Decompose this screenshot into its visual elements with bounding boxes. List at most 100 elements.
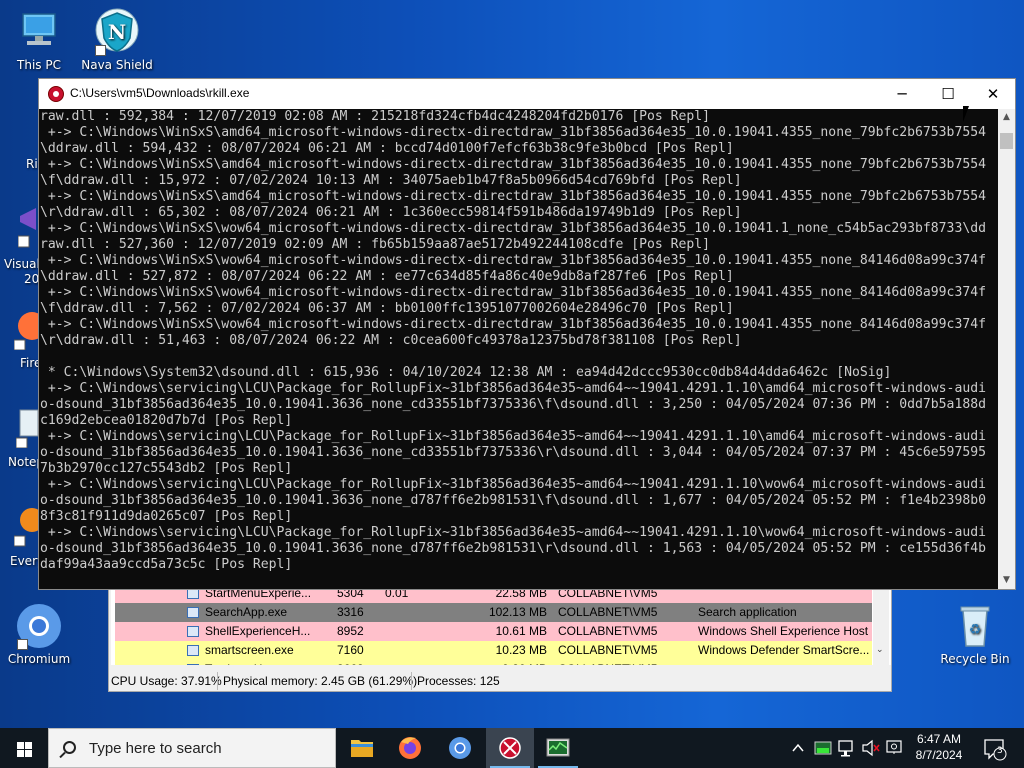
taskbar-app-task-manager[interactable]	[534, 728, 582, 768]
process-row[interactable]: ShellExperienceH... 8952 10.61 MB COLLABNET…	[115, 622, 872, 641]
taskbar-app-firefox[interactable]	[386, 728, 434, 768]
desktop-icon-chromium[interactable]: Chromium	[0, 602, 78, 666]
shortcut-arrow-icon	[17, 639, 28, 650]
process-icon	[187, 664, 199, 665]
process-row[interactable]: StartMenuExperie... 5304 0.01 22.58 MB COLLA…	[115, 589, 872, 603]
taskbar-search-box[interactable]: Type here to search	[48, 728, 336, 768]
computer-icon	[15, 8, 63, 56]
console-line: o-dsound_31bf3856ad364e35_10.0.19041.363…	[40, 493, 986, 508]
taskbar-app-rkill[interactable]	[486, 728, 534, 768]
tray-task-manager[interactable]	[812, 728, 834, 768]
show-hidden-icons-button[interactable]	[790, 728, 806, 768]
process-memory: 10.23 MB	[495, 643, 547, 657]
process-name: smartscreen.exe	[205, 643, 294, 657]
console-line: \r\ddraw.dll : 65,302 : 08/07/2024 06:21…	[40, 205, 742, 220]
everything-desktop-icon[interactable]	[13, 506, 44, 548]
console-line: +-> C:\Windows\servicing\LCU\Package_for…	[40, 381, 986, 396]
task-manager-window: StartMenuExperie... 5304 0.01 22.58 MB COLLA…	[108, 588, 892, 692]
process-pid: 7160	[337, 643, 364, 657]
status-bar: CPU Usage: 37.91% Physical memory: 2.45 …	[109, 671, 891, 691]
taskbar-app-file-explorer[interactable]	[338, 728, 386, 768]
console-line: c169d2ebcea01820d7b7d [Pos Repl]	[40, 413, 293, 428]
task-manager-icon	[546, 738, 570, 757]
notification-count: 3	[997, 746, 1003, 756]
taskbar: Type here to search 6:47 AM 8/7/2024 3	[0, 728, 1024, 768]
chevron-down-icon[interactable]: ⌄	[876, 645, 884, 655]
notification-center-button[interactable]: 3	[980, 728, 1008, 768]
console-line: \ddraw.dll : 527,872 : 08/07/2024 06:22 …	[40, 269, 734, 284]
process-name: ShellExperienceH...	[205, 624, 311, 638]
process-user: COLLABNET\VM5	[558, 589, 658, 600]
volume-muted-icon	[862, 739, 880, 757]
console-output[interactable]: raw.dll : 592,384 : 12/07/2019 02:08 AM …	[39, 109, 999, 589]
close-button[interactable]: ✕	[970, 79, 1016, 109]
process-user: COLLABNET\VM5	[558, 624, 658, 638]
process-name: StartMenuExperie...	[205, 589, 312, 600]
console-window[interactable]: C:\Users\vm5\Downloads\rkill.exe ─ ☐ ✕ r…	[38, 78, 1016, 590]
recycle-bin-icon: ♻	[951, 602, 999, 650]
minimize-button[interactable]: ─	[879, 79, 925, 109]
scroll-up-icon[interactable]: ▲	[998, 109, 1015, 126]
process-user: COLLABNET\VM5	[558, 662, 657, 665]
desktop-icon-label: This PC	[17, 58, 61, 72]
scrollbar-thumb[interactable]	[1000, 133, 1013, 149]
process-memory: 9.80 MB	[455, 662, 547, 665]
chromium-icon	[15, 602, 63, 650]
desktop-partial-label: 20	[24, 272, 40, 286]
desktop-icon-label: Recycle Bin	[940, 652, 1010, 666]
desktop-icon-label: Nava Shield	[81, 58, 153, 72]
process-icon	[187, 589, 199, 599]
console-line: +-> C:\Windows\WinSxS\amd64_microsoft-wi…	[40, 125, 986, 140]
maximize-button[interactable]: ☐	[925, 79, 971, 109]
process-row[interactable]: TextInputHost... 3668 9.80 MB COLLABNET\VM5	[115, 660, 872, 665]
process-pid: 3316	[337, 605, 364, 619]
cpu-meter-icon	[814, 741, 832, 755]
console-line: \r\ddraw.dll : 51,463 : 08/07/2024 06:22…	[40, 333, 742, 348]
process-user: COLLABNET\VM5	[558, 643, 658, 657]
console-line: daf99a43aa9ccd5a73c5c [Pos Repl]	[40, 557, 293, 572]
notepad-desktop-icon[interactable]	[15, 408, 39, 449]
window-title: C:\Users\vm5\Downloads\rkill.exe	[70, 86, 250, 100]
desktop-icon-recycle-bin[interactable]: ♻ Recycle Bin	[936, 602, 1014, 666]
console-titlebar[interactable]: C:\Users\vm5\Downloads\rkill.exe ─ ☐ ✕	[39, 79, 1015, 109]
taskbar-clock[interactable]: 6:47 AM 8/7/2024	[906, 731, 972, 763]
tray-network[interactable]	[836, 728, 856, 768]
search-icon	[63, 741, 76, 754]
tray-volume[interactable]	[860, 728, 882, 768]
process-name: TextInputHost...	[205, 662, 288, 665]
console-scrollbar[interactable]: ▲ ▼	[998, 109, 1015, 589]
taskbar-app-chromium[interactable]	[436, 728, 484, 768]
process-icon	[187, 645, 199, 656]
process-list: StartMenuExperie... 5304 0.01 22.58 MB COLLA…	[111, 589, 891, 665]
console-line: +-> C:\Windows\servicing\LCU\Package_for…	[40, 429, 986, 444]
process-list-scrollbar[interactable]: ⌄	[873, 589, 889, 665]
shield-icon: N	[93, 8, 141, 56]
rkill-app-icon	[48, 86, 64, 102]
mouse-cursor-icon	[963, 106, 969, 122]
console-line: o-dsound_31bf3856ad364e35_10.0.19041.363…	[40, 445, 986, 460]
status-divider	[217, 672, 218, 690]
console-line: +-> C:\Windows\WinSxS\wow64_microsoft-wi…	[40, 317, 986, 332]
process-row[interactable]: smartscreen.exe 7160 10.23 MB COLLABNET\VM5…	[115, 641, 872, 660]
desktop-icon-this-pc[interactable]: This PC	[0, 8, 78, 72]
firefox-desktop-icon[interactable]	[13, 310, 46, 351]
console-line: +-> C:\Windows\WinSxS\wow64_microsoft-wi…	[40, 253, 986, 268]
start-button[interactable]	[0, 728, 48, 768]
desktop-icon-label: Chromium	[7, 652, 71, 666]
process-description: Search application	[698, 605, 797, 619]
visual-studio-icon[interactable]	[17, 208, 38, 248]
tray-action[interactable]	[884, 728, 904, 768]
process-memory: 102.13 MB	[488, 605, 547, 619]
search-placeholder: Type here to search	[89, 740, 222, 757]
svg-text:N: N	[108, 20, 126, 44]
display-icon	[886, 740, 902, 754]
console-line: raw.dll : 592,384 : 12/07/2019 02:08 AM …	[40, 109, 711, 124]
chromium-icon	[449, 737, 471, 759]
chevron-up-icon	[792, 743, 804, 752]
process-row[interactable]: SearchApp.exe 3316 102.13 MB COLLABNET\VM5 S…	[115, 603, 872, 622]
console-line: 7b3b2970cc127c5543db2 [Pos Repl]	[40, 461, 293, 476]
scroll-down-icon[interactable]: ▼	[998, 572, 1015, 589]
process-description: Windows Shell Experience Host	[698, 624, 869, 638]
desktop-icon-nava-shield[interactable]: N Nava Shield	[78, 8, 156, 72]
